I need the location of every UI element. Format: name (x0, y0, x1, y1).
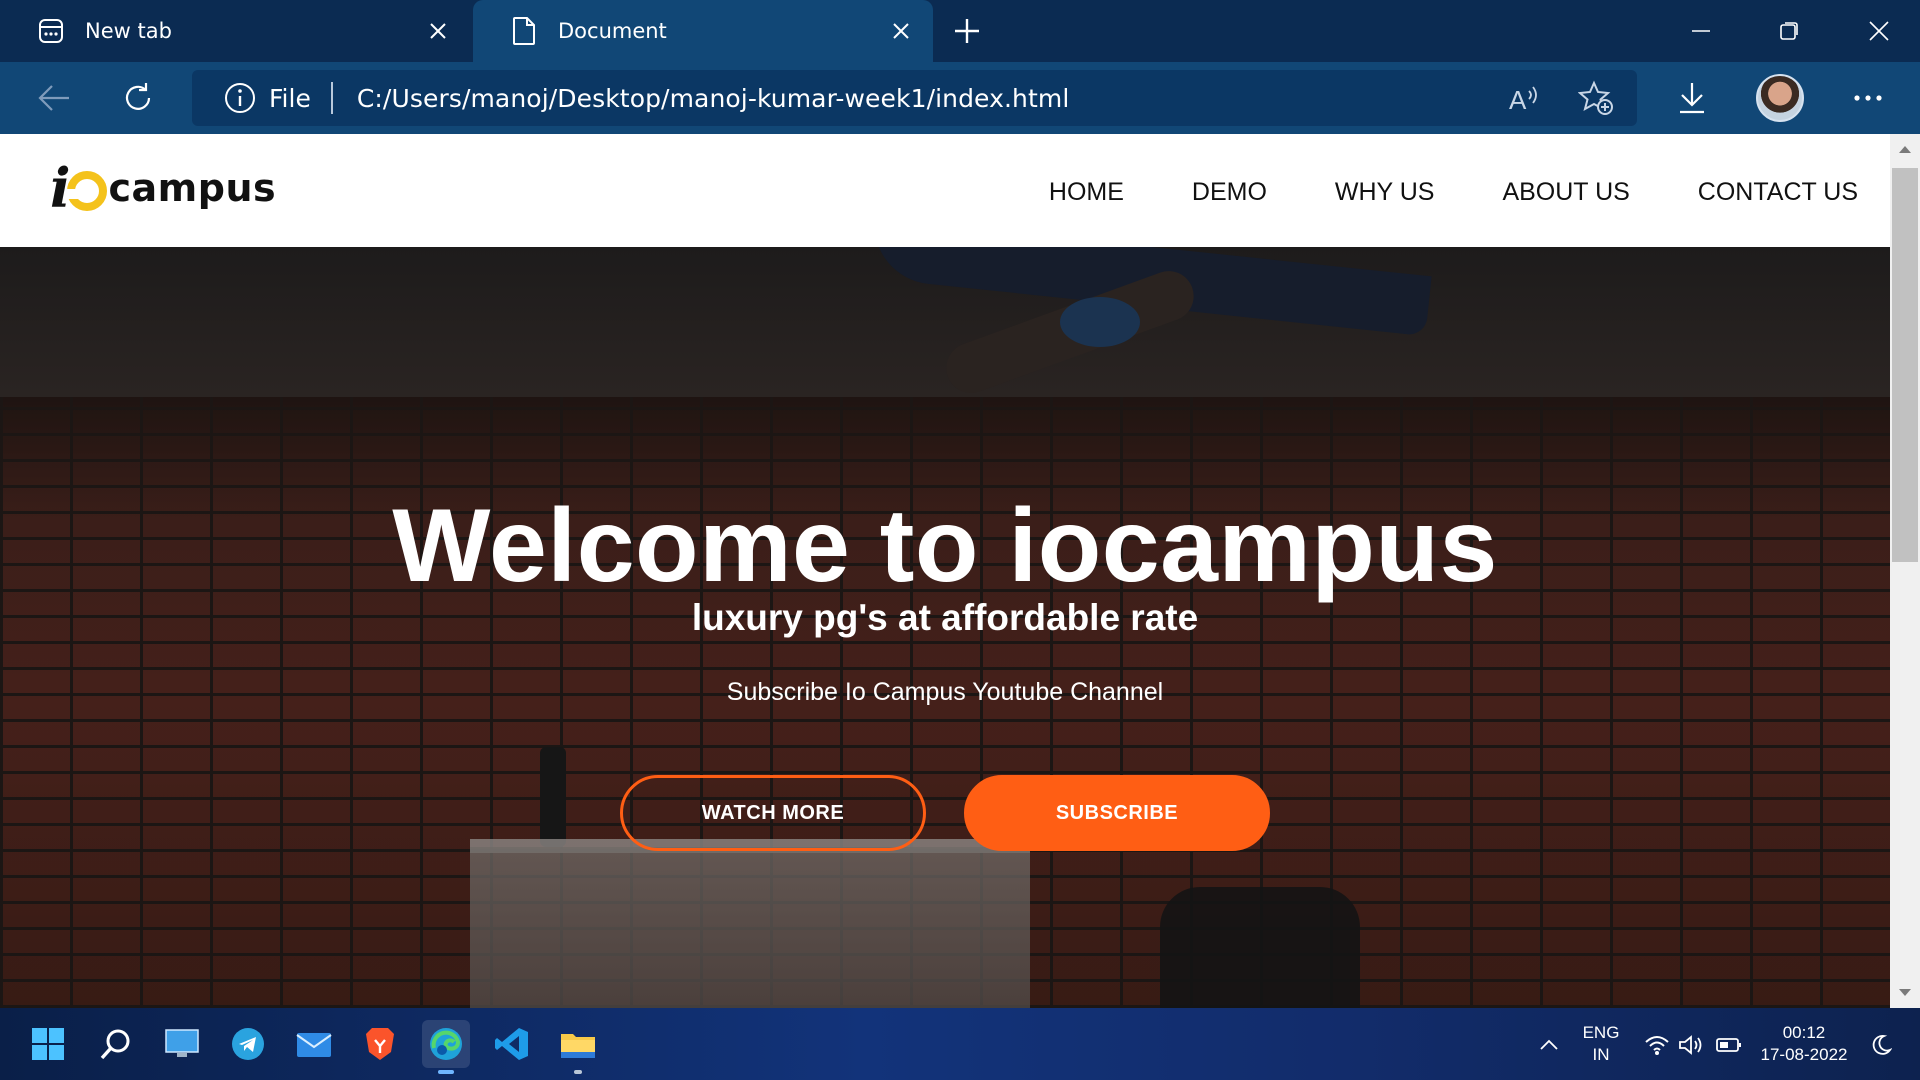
scroll-thumb[interactable] (1892, 168, 1918, 562)
restore-button[interactable] (1766, 8, 1812, 54)
download-icon (1680, 83, 1704, 114)
nav-contact-us[interactable]: CONTACT US (1698, 178, 1858, 207)
subscribe-button[interactable]: SUBSCRIBE (964, 775, 1270, 851)
close-icon[interactable] (881, 11, 921, 51)
document-icon (509, 16, 539, 46)
profile-avatar[interactable] (1756, 74, 1804, 122)
site-logo[interactable]: i campus (50, 158, 276, 218)
region-code: IN (1592, 1045, 1610, 1064)
ceiling-fan-hub (1060, 297, 1140, 347)
scheme-label: File (269, 83, 311, 113)
address-separator (330, 82, 333, 114)
tab-document[interactable]: Document (473, 0, 933, 62)
read-aloud-icon[interactable]: A (1502, 76, 1546, 120)
chevron-up-icon[interactable] (1536, 1032, 1562, 1058)
start-icon[interactable] (24, 1020, 72, 1068)
logo-o-icon (66, 171, 107, 211)
scroll-down-icon[interactable] (1890, 978, 1920, 1008)
plus-icon (955, 19, 979, 43)
clock-date: 17-08-2022 (1760, 1045, 1848, 1064)
nav-demo[interactable]: DEMO (1192, 178, 1267, 207)
tab-title: Document (558, 19, 667, 43)
taskbar: ENG IN 00:12 17-08-2022 (0, 1008, 1920, 1080)
battery-icon[interactable] (1716, 1032, 1742, 1058)
hero-title: Welcome to iocampus (392, 488, 1498, 604)
scroll-up-icon[interactable] (1890, 134, 1920, 164)
edge-icon[interactable] (422, 1020, 470, 1074)
site-header: i campus HOME DEMO WHY US ABOUT US CONTA… (0, 134, 1890, 247)
desktop-icon[interactable] (158, 1020, 206, 1068)
language-indicator[interactable]: ENG IN (1578, 1022, 1624, 1066)
mail-icon[interactable] (290, 1020, 338, 1068)
main-nav: HOME DEMO WHY US ABOUT US CONTACT US (1049, 178, 1858, 207)
clock[interactable]: 00:12 17-08-2022 (1756, 1022, 1852, 1066)
brave-icon[interactable] (356, 1020, 404, 1068)
add-favorite-icon[interactable] (1574, 76, 1618, 120)
volume-icon[interactable] (1678, 1032, 1704, 1058)
language-code: ENG (1582, 1023, 1620, 1042)
tab-strip: New tab Document (0, 0, 1920, 62)
hero-tagline: Subscribe Io Campus Youtube Channel (726, 678, 1164, 706)
close-icon[interactable] (418, 11, 458, 51)
chair-image (1160, 887, 1360, 1008)
url-text[interactable]: C:/Users/manoj/Desktop/manoj-kumar-week1… (357, 84, 1070, 113)
bottle-image (540, 747, 566, 847)
new-tab-page-icon (36, 16, 66, 46)
restore-icon (1780, 22, 1798, 40)
refresh-icon (125, 83, 151, 110)
tab-new-tab[interactable]: New tab (0, 0, 470, 62)
more-dots-icon (1854, 95, 1882, 101)
settings-more-button[interactable] (1846, 76, 1890, 120)
wifi-icon[interactable] (1644, 1032, 1670, 1058)
vscode-icon[interactable] (488, 1020, 536, 1068)
page-scrollbar[interactable] (1890, 134, 1920, 1008)
svg-text:A: A (1509, 85, 1527, 113)
desk-image (470, 847, 1030, 1008)
page-viewport: i campus HOME DEMO WHY US ABOUT US CONTA… (0, 134, 1890, 1008)
back-button[interactable] (32, 76, 76, 120)
window-close-button[interactable] (1856, 8, 1902, 54)
refresh-button[interactable] (116, 76, 160, 120)
watch-more-button[interactable]: WATCH MORE (620, 775, 926, 851)
nav-home[interactable]: HOME (1049, 178, 1124, 207)
clock-time: 00:12 (1782, 1023, 1826, 1042)
tab-title: New tab (85, 19, 172, 43)
telegram-icon[interactable] (224, 1020, 272, 1068)
active-app-indicator (438, 1070, 454, 1074)
minimize-icon (1692, 30, 1710, 32)
hero-section: Welcome to iocampus luxury pg's at affor… (0, 247, 1890, 1008)
address-bar[interactable]: File C:/Users/manoj/Desktop/manoj-kumar-… (192, 70, 1637, 126)
hero-subtitle: luxury pg's at affordable rate (691, 597, 1199, 638)
running-app-indicator (574, 1070, 582, 1074)
new-tab-button[interactable] (946, 10, 988, 52)
close-icon (1869, 21, 1889, 41)
minimize-button[interactable] (1678, 8, 1724, 54)
logo-text: campus (108, 166, 277, 210)
nav-about-us[interactable]: ABOUT US (1502, 178, 1629, 207)
browser-toolbar: File C:/Users/manoj/Desktop/manoj-kumar-… (0, 62, 1920, 134)
downloads-button[interactable] (1670, 76, 1714, 120)
focus-moon-icon[interactable] (1868, 1032, 1894, 1058)
back-arrow-icon (38, 85, 69, 111)
search-icon[interactable] (92, 1020, 140, 1068)
nav-why-us[interactable]: WHY US (1335, 178, 1435, 207)
info-icon[interactable] (224, 82, 256, 114)
file-explorer-icon[interactable] (554, 1020, 602, 1074)
